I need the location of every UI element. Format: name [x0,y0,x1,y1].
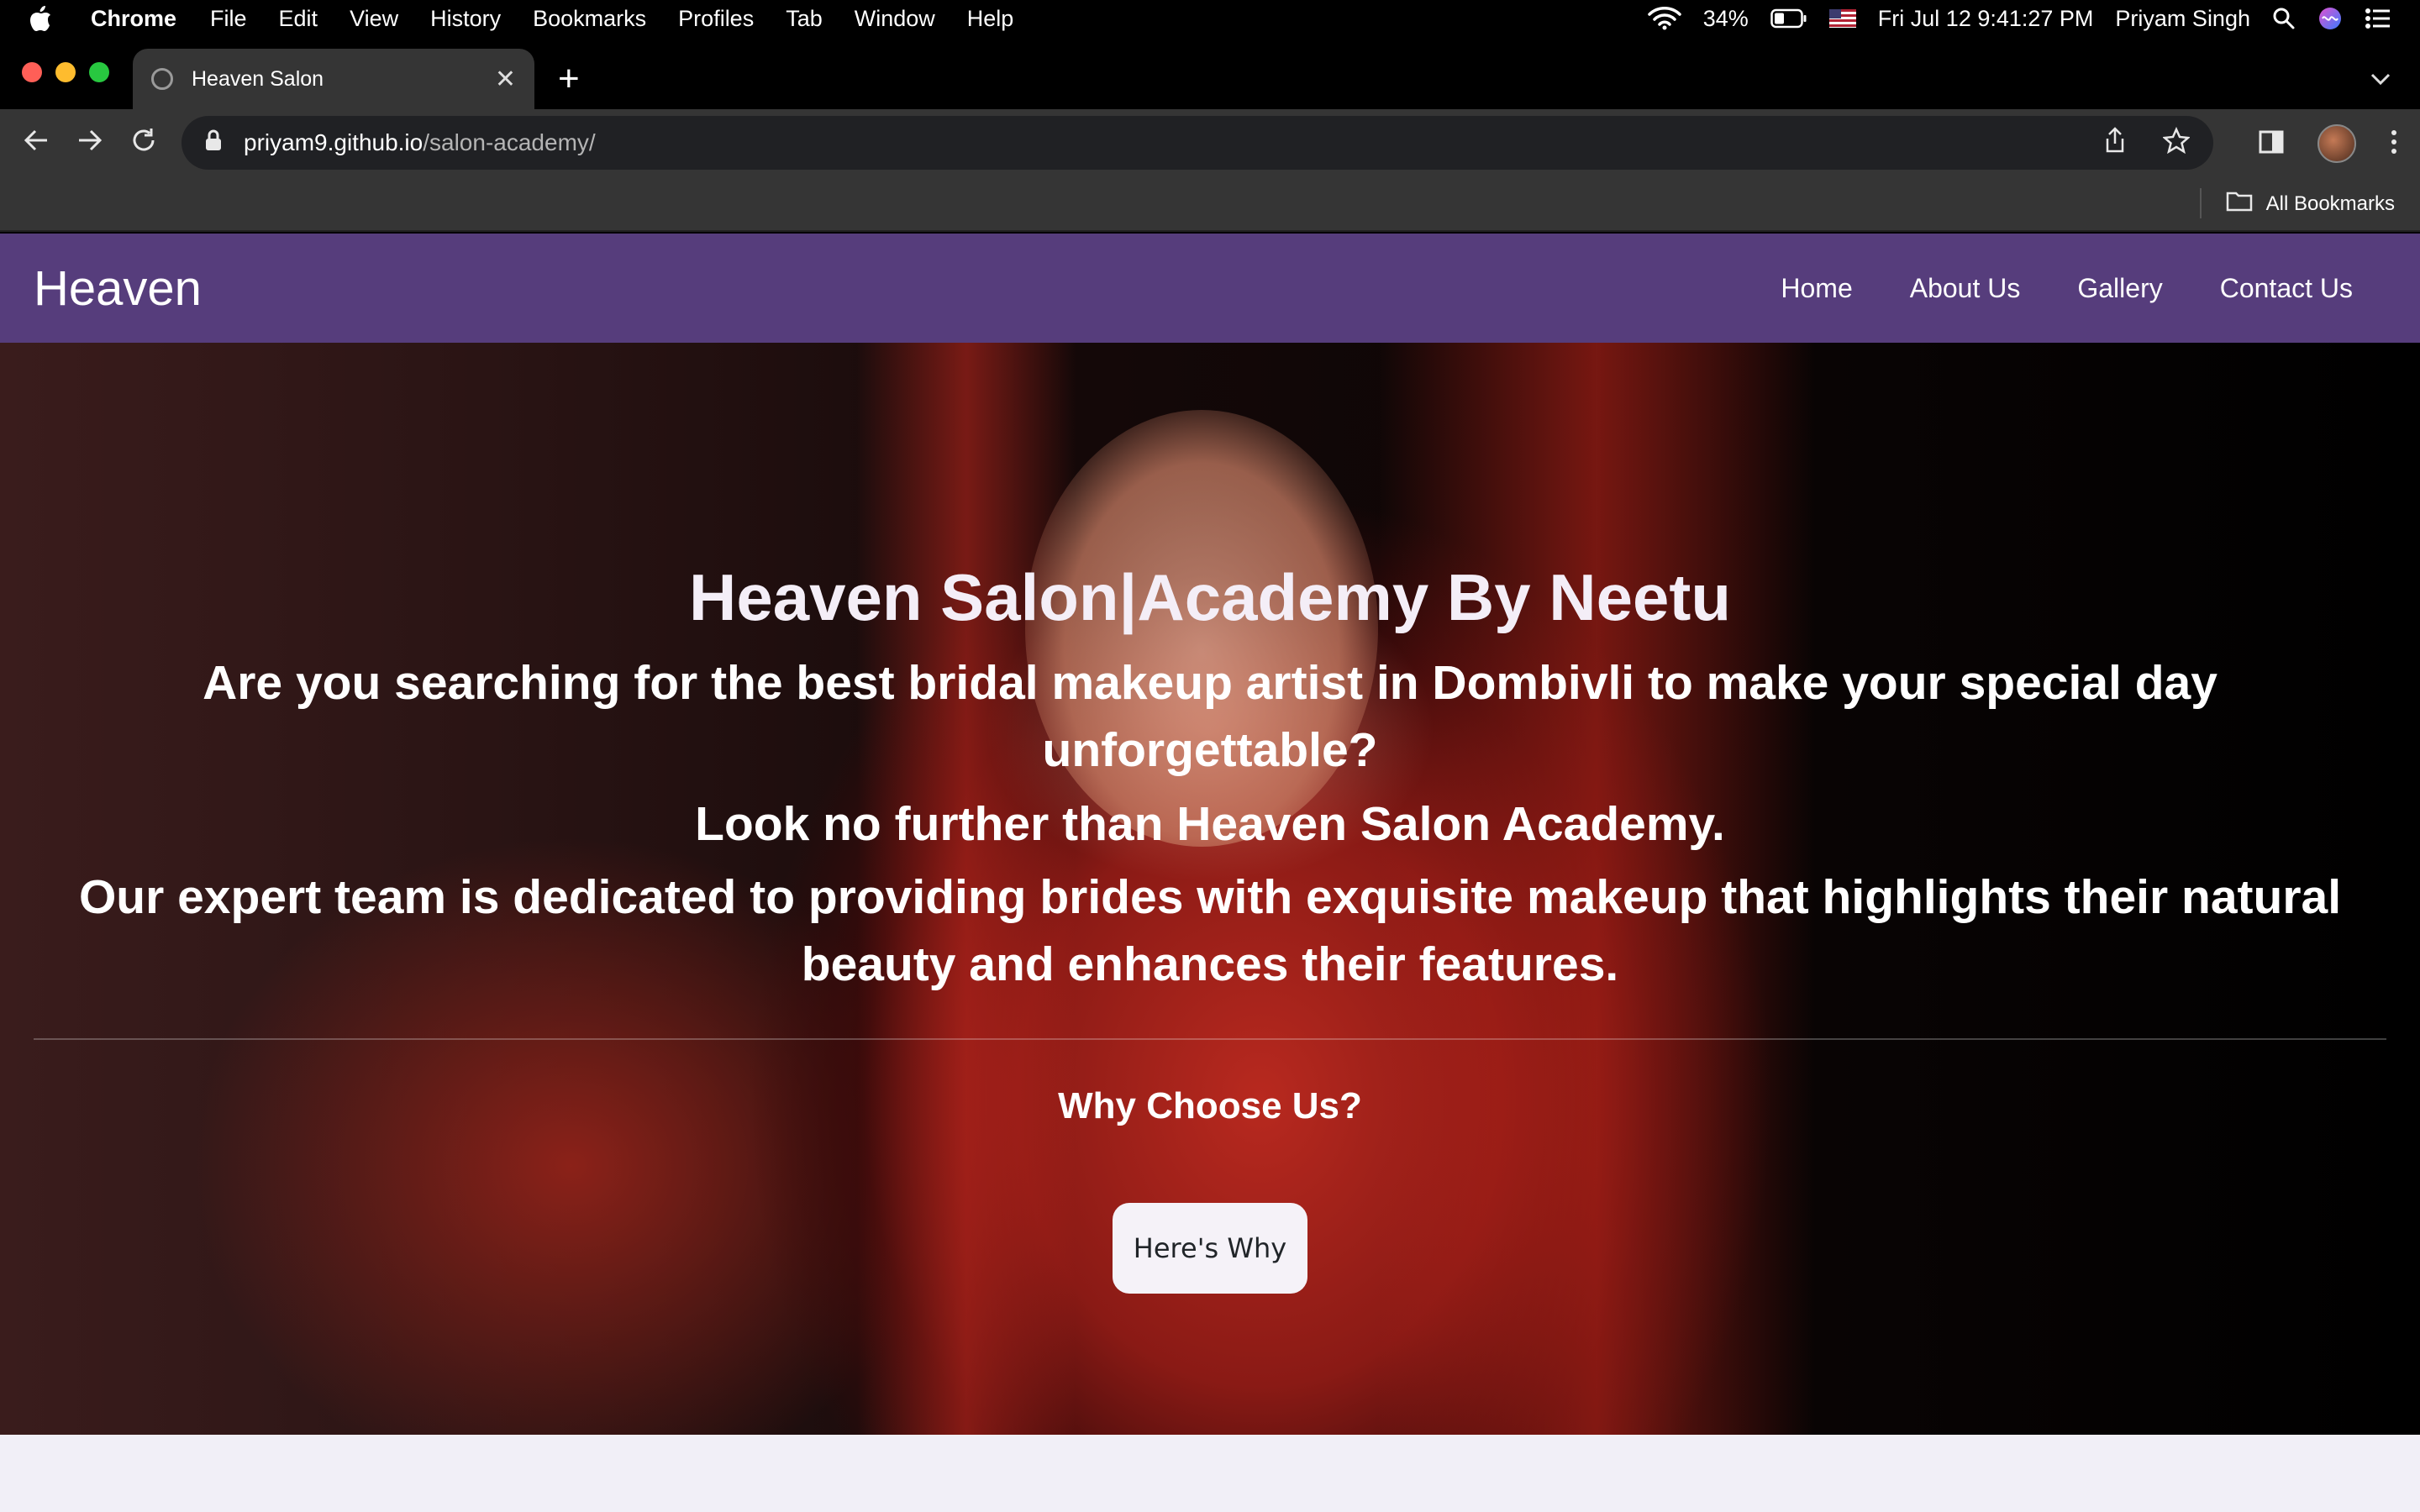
nav-link-home[interactable]: Home [1781,273,1852,304]
url-path: /salon-academy/ [423,129,596,155]
address-bar[interactable]: priyam9.github.io/salon-academy/ [182,116,2213,170]
back-arrow-icon[interactable] [22,126,50,160]
browser-toolbar: priyam9.github.io/salon-academy/ [0,109,2420,176]
maximize-window-button[interactable] [89,62,109,82]
hero-lede-secondary: Look no further than Heaven Salon Academ… [695,797,1725,851]
menu-window[interactable]: Window [855,6,935,32]
all-bookmarks-label: All Bookmarks [2265,192,2395,215]
nav-link-about-us[interactable]: About Us [1910,273,2021,304]
side-panel-icon[interactable] [2259,129,2284,159]
all-bookmarks-button[interactable]: All Bookmarks [2226,190,2395,218]
site-navbar: Heaven Home About Us Gallery Contact Us [0,234,2420,343]
hero-section: Heaven Salon|Academy By Neetu Are you se… [0,343,2420,1435]
browser-tab-active[interactable]: Heaven Salon ✕ [133,49,534,109]
menu-file[interactable]: File [210,6,247,32]
nav-link-contact-us[interactable]: Contact Us [2220,273,2353,304]
profile-avatar[interactable] [2317,124,2356,163]
lock-icon[interactable] [205,129,224,157]
window-controls [22,62,109,82]
why-choose-us-heading: Why Choose Us? [1058,1085,1362,1126]
browser-tab-strip: Heaven Salon ✕ + [0,37,2420,109]
siri-icon[interactable] [2317,6,2343,31]
wifi-icon[interactable] [1648,7,1681,30]
forward-arrow-icon[interactable] [76,126,104,160]
chevron-down-icon[interactable] [2370,66,2391,92]
menubar-app-name[interactable]: Chrome [91,6,176,32]
site-brand[interactable]: Heaven [34,260,202,317]
heres-why-button[interactable]: Here's Why [1113,1203,1307,1294]
control-center-icon[interactable] [2365,8,2391,29]
menu-edit[interactable]: Edit [279,6,318,32]
bookmarks-divider [2200,188,2202,218]
menu-profiles[interactable]: Profiles [678,6,754,32]
battery-percent: 34% [1702,5,1749,31]
menu-help[interactable]: Help [967,6,1014,32]
menu-tab[interactable]: Tab [786,6,823,32]
menubar-user[interactable]: Priyam Singh [2115,6,2250,32]
folder-icon [2226,190,2253,218]
share-icon[interactable] [2104,126,2126,160]
tab-title: Heaven Salon [192,66,324,91]
close-icon[interactable]: ✕ [495,65,516,94]
menu-history[interactable]: History [430,6,501,32]
minimize-window-button[interactable] [55,62,76,82]
globe-icon [151,68,173,90]
url-host: priyam9.github.io [244,129,424,155]
more-vertical-icon[interactable] [2390,129,2398,160]
us-flag-icon[interactable] [1828,9,1856,28]
spotlight-search-icon[interactable] [2272,7,2296,30]
hero-divider [34,1038,2386,1040]
nav-link-gallery[interactable]: Gallery [2077,273,2162,304]
toolbar-actions [2259,124,2398,163]
reload-icon[interactable] [129,126,158,160]
bookmark-star-icon[interactable] [2161,126,2191,160]
hero-title: Heaven Salon|Academy By Neetu [689,560,1731,634]
macos-menubar: Chrome File Edit View History Bookmarks … [0,0,2420,37]
bookmarks-bar: All Bookmarks [0,176,2420,232]
new-tab-button[interactable]: + [558,60,580,97]
apple-icon[interactable] [29,5,54,32]
site-nav-links: Home About Us Gallery Contact Us [1781,273,2386,304]
hero-lede: Are you searching for the best bridal ma… [203,656,2217,777]
next-section-top [0,1435,2420,1512]
menu-bookmarks[interactable]: Bookmarks [533,6,646,32]
battery-icon[interactable] [1770,8,1807,29]
close-window-button[interactable] [22,62,42,82]
menu-view[interactable]: View [350,6,398,32]
menubar-clock[interactable]: Fri Jul 12 9:41:27 PM [1878,6,2094,32]
menubar-status-area: 34% Fri Jul 12 9:41:27 PM Priyam Singh [1648,6,2391,32]
hero-lede-tertiary: Our expert team is dedicated to providin… [78,870,2342,991]
